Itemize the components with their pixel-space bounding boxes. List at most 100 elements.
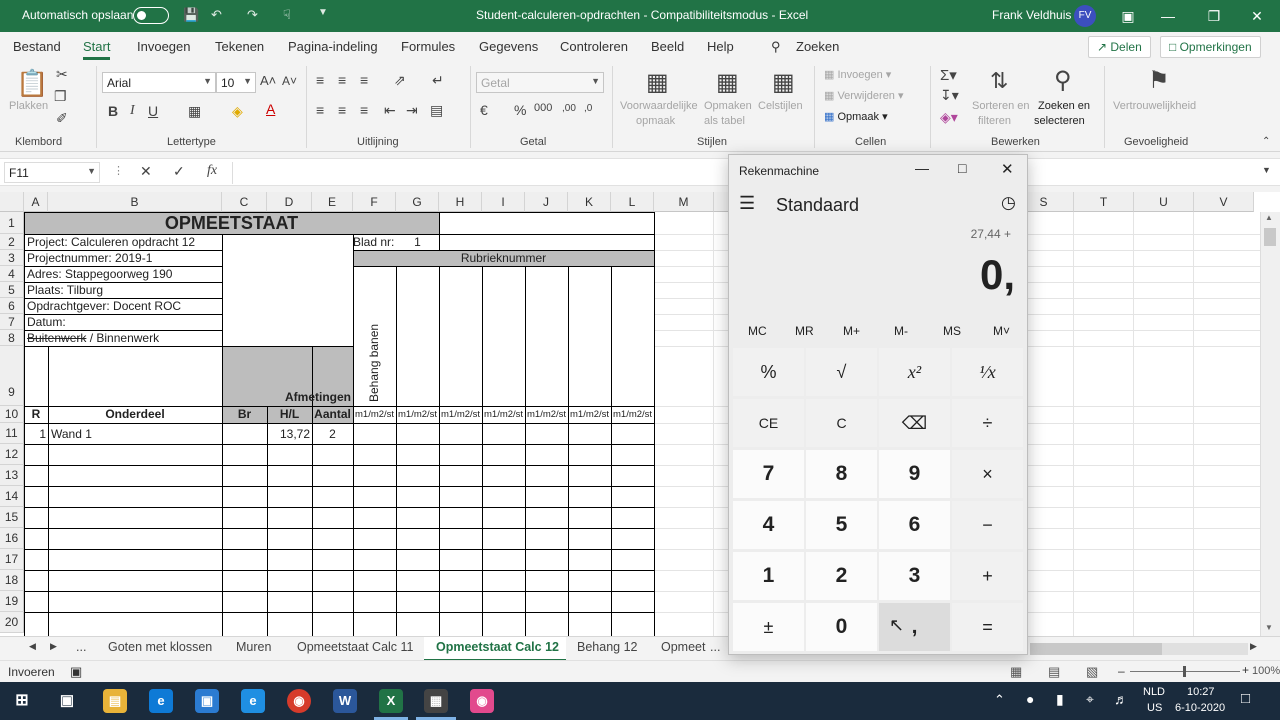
col-header-g[interactable]: G <box>396 192 439 212</box>
close-button[interactable]: ✕ <box>1234 0 1280 32</box>
task-view-icon[interactable]: ▣ <box>55 689 79 713</box>
format-table-icon[interactable]: ▦ <box>716 68 739 97</box>
row-header[interactable]: 12 <box>0 444 24 465</box>
cell-styles-label[interactable]: Celstijlen <box>758 100 803 112</box>
format-cells-button[interactable]: ▦ Opmaak ▾ <box>824 110 888 123</box>
calc-close-button[interactable]: ✕ <box>1001 160 1014 178</box>
clear-button[interactable]: C <box>806 399 877 447</box>
digit-7-button[interactable]: 7 <box>733 450 804 498</box>
italic-icon[interactable]: I <box>130 103 135 119</box>
row-header[interactable]: 13 <box>0 465 24 486</box>
blad-value[interactable]: 1 <box>396 235 439 249</box>
row-header[interactable]: 1 <box>0 212 24 234</box>
decrease-decimal-icon[interactable]: ,0 <box>584 103 592 114</box>
function-icon[interactable]: fx <box>207 163 217 179</box>
digit-5-button[interactable]: 5 <box>806 501 877 549</box>
autosum-icon[interactable]: Σ▾ <box>940 66 957 84</box>
delete-cells-button[interactable]: ▦ Verwijderen ▾ <box>824 89 904 102</box>
sheet-tab-goten[interactable]: Goten met klossen <box>108 640 212 654</box>
col-header-l[interactable]: L <box>611 192 654 212</box>
col-header-j[interactable]: J <box>525 192 568 212</box>
digit-2-button[interactable]: 2 <box>806 552 877 600</box>
row-header[interactable]: 2 <box>0 234 24 250</box>
project-cell[interactable]: Project: Calculeren opdracht 12 <box>27 235 195 249</box>
conditional-format-icon[interactable]: ▦ <box>646 68 669 97</box>
row-header[interactable]: 6 <box>0 298 24 314</box>
next-sheet-icon[interactable]: ▶ <box>50 641 57 652</box>
save-icon[interactable]: 💾 <box>183 7 199 23</box>
grow-font-icon[interactable]: A˄ <box>260 73 276 88</box>
row-header[interactable]: 14 <box>0 486 24 507</box>
negate-button[interactable]: ± <box>733 603 804 651</box>
volume-icon[interactable]: ♬ <box>1114 691 1128 707</box>
edge-icon[interactable]: e <box>149 689 173 713</box>
col-header-b[interactable]: B <box>48 192 222 212</box>
find-select-label[interactable]: Zoeken en <box>1038 100 1090 112</box>
row-header[interactable]: 19 <box>0 591 24 612</box>
tab-gegevens[interactable]: Gegevens <box>479 39 538 54</box>
accounting-icon[interactable]: € <box>480 102 488 118</box>
equals-button[interactable]: = <box>952 603 1023 651</box>
werk-cell[interactable]: Buitenwerk / Binnenwerk <box>27 331 159 345</box>
battery-icon[interactable]: ▮ <box>1056 691 1064 708</box>
tab-start[interactable]: Start <box>83 39 111 60</box>
sort-filter-icon[interactable]: ⇅ <box>990 68 1008 94</box>
col-header-k[interactable]: K <box>568 192 611 212</box>
clear-icon[interactable]: ◈▾ <box>940 109 958 126</box>
conditional-format-label-2[interactable]: opmaak <box>636 115 675 127</box>
format-painter-icon[interactable]: ✐ <box>56 110 68 127</box>
row-header[interactable]: 7 <box>0 314 24 330</box>
restore-button[interactable]: ❐ <box>1191 0 1237 32</box>
reciprocal-button[interactable]: ¹⁄x <box>952 348 1023 396</box>
tab-formules[interactable]: Formules <box>401 39 455 54</box>
lang-indicator[interactable]: NLD <box>1143 686 1165 698</box>
sort-filter-label-2[interactable]: filteren <box>978 115 1011 127</box>
col-header-m[interactable]: M <box>654 192 714 212</box>
calculator-taskbar-icon[interactable]: ▦ <box>424 689 448 713</box>
row11-r[interactable]: 1 <box>24 427 46 441</box>
file-explorer-icon[interactable]: ▤ <box>103 689 127 713</box>
store-icon[interactable]: ▣ <box>195 689 219 713</box>
font-color-icon[interactable]: A <box>266 101 275 117</box>
percent-button[interactable]: % <box>733 348 804 396</box>
zoom-level[interactable]: 100% <box>1252 665 1280 677</box>
fill-color-icon[interactable]: ◈ <box>232 103 243 120</box>
row-header[interactable]: 17 <box>0 549 24 570</box>
m-minus-button[interactable]: M- <box>894 324 908 338</box>
minimize-button[interactable]: — <box>1145 0 1191 32</box>
digit-8-button[interactable]: 8 <box>806 450 877 498</box>
expand-formula-icon[interactable]: ▼ <box>1262 165 1271 175</box>
scroll-up-icon[interactable]: ▲ <box>1265 213 1273 222</box>
square-button[interactable]: x² <box>879 348 950 396</box>
format-table-label[interactable]: Opmaken <box>704 100 752 112</box>
clock-time[interactable]: 10:27 <box>1187 686 1215 698</box>
touch-mode-icon[interactable]: ☟ <box>283 7 291 23</box>
search-icon[interactable]: ⚲ <box>771 39 781 55</box>
tab-beeld[interactable]: Beeld <box>651 39 684 54</box>
paste-icon[interactable]: 📋 <box>16 68 48 99</box>
m-plus-button[interactable]: M+ <box>843 324 860 338</box>
tab-pagina-indeling[interactable]: Pagina-indeling <box>288 39 378 54</box>
row-header[interactable]: 8 <box>0 330 24 346</box>
sheet-tab-more-right[interactable]: ... <box>710 640 720 654</box>
sheet-tab-more[interactable]: ... <box>76 640 86 654</box>
page-break-icon[interactable]: ▧ <box>1086 664 1098 680</box>
col-header-e[interactable]: E <box>312 192 353 212</box>
digit-6-button[interactable]: 6 <box>879 501 950 549</box>
zoom-in-icon[interactable]: + <box>1242 663 1249 677</box>
font-name-select[interactable]: Arial ▼ <box>102 72 216 93</box>
row11-aantal[interactable]: 2 <box>312 427 353 441</box>
name-box[interactable]: F11 ▼ <box>4 162 100 183</box>
col-header-a[interactable]: A <box>24 192 48 212</box>
horizontal-scroll-thumb[interactable] <box>1030 643 1162 655</box>
mr-button[interactable]: MR <box>795 324 814 338</box>
digit-4-button[interactable]: 4 <box>733 501 804 549</box>
comments-button[interactable]: □ Opmerkingen <box>1160 36 1261 58</box>
chrome-icon[interactable]: ◉ <box>287 689 311 713</box>
add-button[interactable]: + <box>952 552 1023 600</box>
share-button[interactable]: ↗ Delen <box>1088 36 1151 58</box>
orientation-icon[interactable]: ⇗ <box>394 72 406 89</box>
subtract-button[interactable]: − <box>952 501 1023 549</box>
wrap-text-icon[interactable]: ↵ <box>432 72 444 89</box>
row11-onderdeel[interactable]: Wand 1 <box>51 427 92 441</box>
